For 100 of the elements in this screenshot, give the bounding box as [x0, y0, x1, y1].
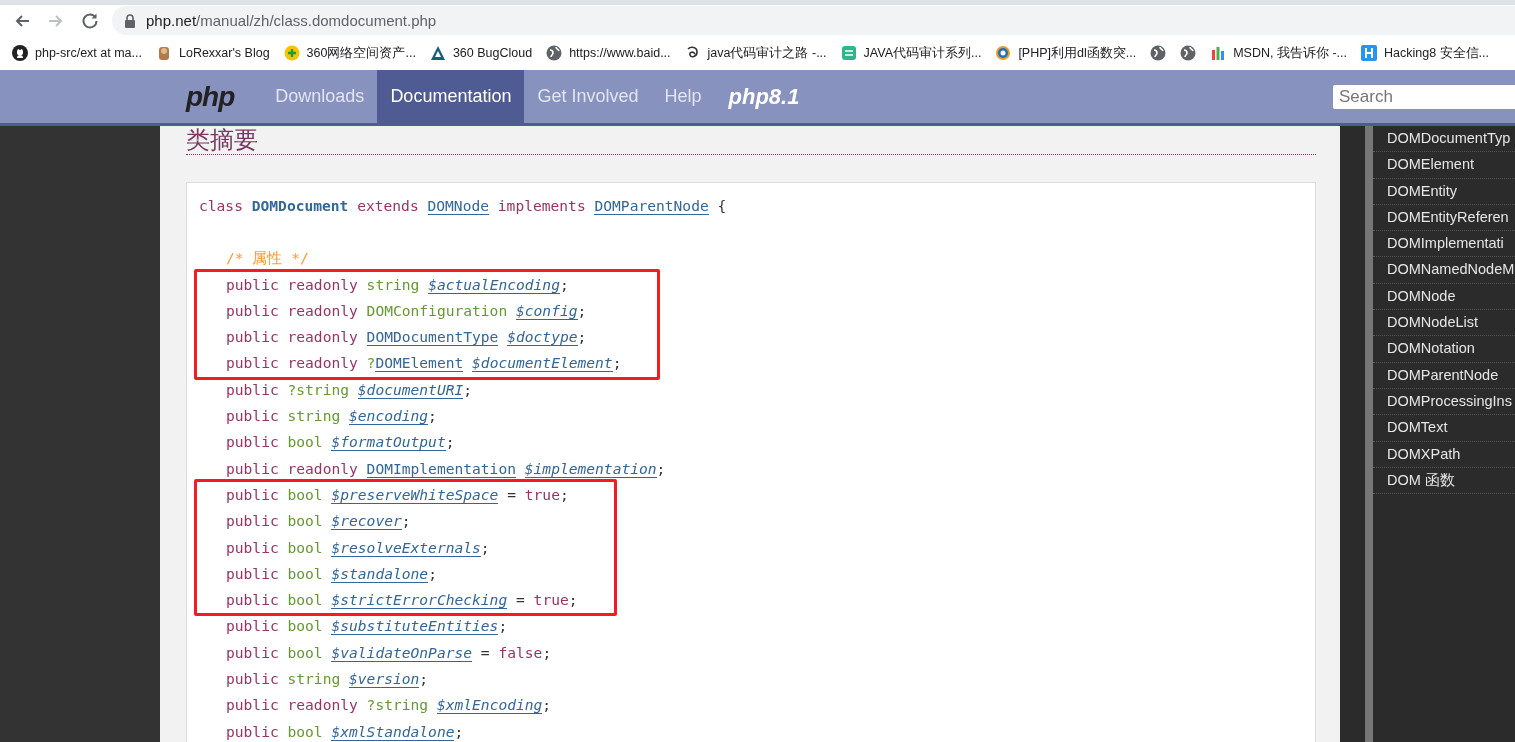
property-link[interactable]: $formatOutput	[331, 433, 446, 452]
bookmark-label[interactable]: https://www.baid...	[569, 46, 671, 60]
keyword: readonly	[287, 354, 358, 372]
punctuation: =	[507, 485, 516, 503]
sidebar-link[interactable]: DOMXPath	[1373, 441, 1515, 468]
punctuation: ;	[401, 512, 411, 530]
bookmark-label[interactable]: MSDN, 我告诉你 -...	[1233, 44, 1347, 62]
lock-icon	[124, 13, 136, 28]
bars-icon	[1210, 45, 1227, 61]
keyword: implements	[497, 197, 586, 214]
property-link[interactable]: $documentURI	[357, 380, 464, 399]
punctuation: =	[516, 591, 525, 609]
property-link[interactable]: $validateOnParse	[331, 643, 473, 662]
type-name: bool	[287, 643, 323, 661]
url-text: php.net/manual/zh/class.domdocument.php	[146, 12, 437, 29]
bookmark-label[interactable]: 360网络空间资产...	[306, 44, 416, 62]
version-logo: php8.1	[728, 82, 800, 111]
keyword: public	[226, 591, 279, 609]
property-link[interactable]: $encoding	[349, 407, 429, 426]
type-link[interactable]: DOMImplementation	[366, 459, 516, 478]
keyword: readonly	[287, 328, 358, 346]
keyword: readonly	[287, 696, 358, 714]
bookmark-globe-icon[interactable]	[1150, 45, 1167, 61]
keyword: readonly	[287, 275, 358, 293]
bookmark-label[interactable]: java代码审计之路 -...	[707, 44, 827, 62]
sidebar-link[interactable]: DOM 函数	[1373, 467, 1515, 495]
keyword: public	[226, 617, 279, 635]
sidebar-link[interactable]: DOMNamedNodeM	[1373, 257, 1515, 284]
code-comment: /* 属性 */	[226, 249, 309, 267]
type-link[interactable]: DOMElement	[375, 354, 464, 373]
php-logo[interactable]: php	[186, 70, 235, 123]
search-field[interactable]: Search	[1333, 84, 1515, 109]
class-name: DOMDocument	[251, 197, 349, 214]
punctuation: ;	[612, 354, 622, 372]
bookmark-label[interactable]: php-src/ext at ma...	[35, 46, 142, 60]
keyword: public	[226, 328, 279, 346]
bookmark-label[interactable]: LoRexxar's Blog	[179, 46, 270, 60]
sidebar-link[interactable]: DOMProcessingIns	[1373, 388, 1515, 416]
ring-icon	[995, 45, 1012, 61]
github-icon	[12, 45, 28, 61]
punctuation: ;	[559, 485, 569, 503]
keyword: class	[199, 197, 243, 214]
keyword: extends	[357, 197, 419, 214]
sidebar-link[interactable]: DOMText	[1373, 415, 1515, 442]
punctuation: ;	[445, 433, 455, 451]
sidebar-link[interactable]: DOMElement	[1373, 152, 1515, 179]
bookmark-globe-icon[interactable]	[1180, 45, 1197, 61]
sidebar-link[interactable]: DOMNodeList	[1373, 310, 1515, 337]
type-link[interactable]: DOMParentNode	[594, 197, 709, 215]
bookmark-label[interactable]: [PHP]利用dl函数突...	[1018, 44, 1137, 62]
property-link[interactable]: $implementation	[524, 459, 657, 478]
plus-icon	[283, 45, 300, 61]
property-link[interactable]: $actualEncoding	[428, 275, 560, 294]
property-link[interactable]: $config	[516, 301, 578, 320]
property-link[interactable]: $doctype	[507, 328, 578, 347]
figure-icon	[156, 45, 172, 61]
nav-tab[interactable]: Documentation	[377, 70, 525, 123]
literal-value: false	[498, 643, 543, 661]
keyword: readonly	[287, 301, 358, 319]
punctuation: ;	[559, 275, 569, 293]
punctuation: ;	[419, 670, 429, 688]
punctuation: ;	[577, 328, 587, 346]
property-link[interactable]: $documentElement	[472, 354, 613, 373]
punctuation: ;	[542, 696, 552, 714]
sidebar-link[interactable]: DOMEntityReferen	[1373, 204, 1515, 232]
reload-button[interactable]	[80, 10, 100, 31]
keyword: public	[226, 670, 279, 688]
sidebar-link[interactable]: DOMNode	[1373, 283, 1515, 311]
address-bar[interactable]: php.net/manual/zh/class.domdocument.php	[112, 6, 1515, 35]
property-link[interactable]: $resolveExternals	[331, 538, 481, 557]
property-link[interactable]: $strictErrorChecking	[331, 591, 508, 610]
keyword: public	[226, 722, 279, 740]
globe-icon	[546, 45, 563, 61]
type-link[interactable]: DOMNode	[427, 197, 489, 215]
sidebar-link[interactable]: DOMDocumentTyp	[1373, 126, 1515, 153]
type-name: DOMConfiguration	[366, 301, 508, 319]
property-link[interactable]: $xmlStandalone	[331, 722, 455, 741]
type-name: string	[287, 670, 341, 688]
property-link[interactable]: $version	[349, 670, 420, 689]
type-name: bool	[287, 722, 323, 740]
punctuation: ;	[568, 591, 578, 609]
bookmark-label[interactable]: Hacking8 安全信...	[1384, 44, 1489, 62]
letter-h-icon	[1361, 45, 1377, 61]
bookmark-label[interactable]: 360 BugCloud	[452, 46, 533, 60]
type-link[interactable]: DOMDocumentType	[366, 328, 499, 347]
sidebar-link[interactable]: DOMParentNode	[1373, 362, 1515, 389]
property-link[interactable]: $xmlEncoding	[436, 696, 543, 715]
bookmark-label[interactable]: JAVA代码审计系列...	[863, 44, 982, 62]
property-link[interactable]: $standalone	[331, 564, 429, 583]
punctuation: {	[717, 197, 727, 214]
type-name: bool	[287, 485, 323, 503]
type-name: bool	[287, 564, 323, 582]
property-link[interactable]: $recover	[331, 512, 402, 531]
sidebar-link[interactable]: DOMNotation	[1373, 336, 1515, 363]
property-link[interactable]: $preserveWhiteSpace	[331, 485, 499, 504]
sidebar-link[interactable]: DOMEntity	[1373, 178, 1515, 205]
punctuation: ;	[428, 564, 437, 582]
sidebar-link[interactable]: DOMImplementati	[1373, 231, 1515, 258]
punctuation: ;	[480, 538, 490, 556]
property-link[interactable]: $substituteEntities	[331, 617, 499, 636]
